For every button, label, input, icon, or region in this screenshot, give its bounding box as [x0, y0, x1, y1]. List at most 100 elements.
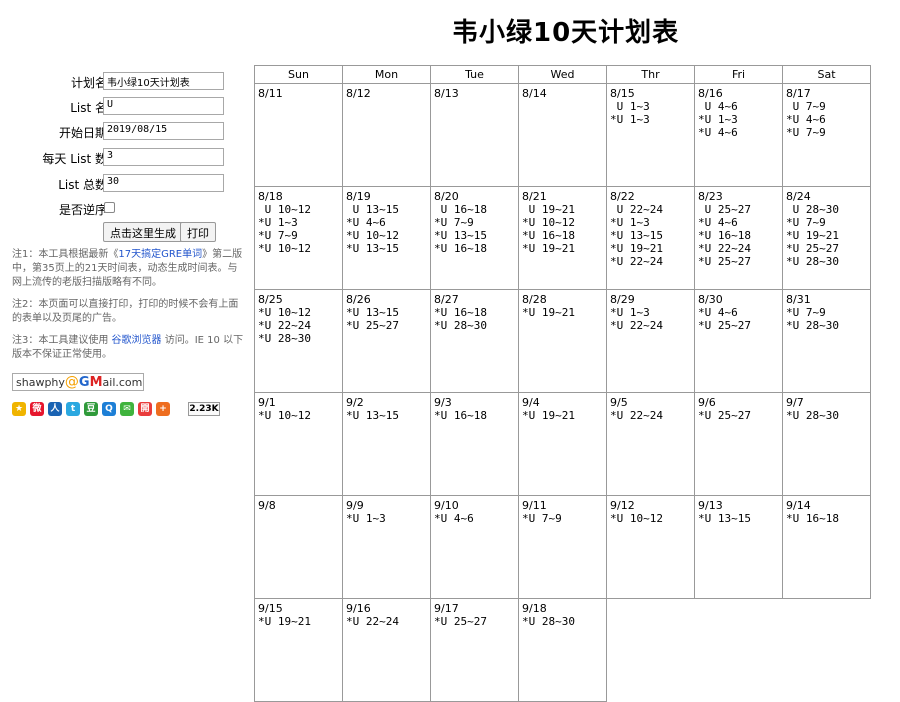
renren-icon[interactable]: 人 [48, 402, 62, 416]
day-date: 8/24 [786, 190, 811, 203]
calendar-day-cell: 9/12 *U 10~12 [606, 495, 695, 599]
study-entry: *U 10~12 [522, 216, 575, 229]
study-entry: U 28~30 [786, 203, 839, 216]
study-entry: U 1~3 [610, 100, 650, 113]
calendar-day-cell: 9/3 *U 16~18 [430, 392, 519, 496]
start-date-label: 开始日期 [58, 126, 107, 140]
day-date: 8/23 [698, 190, 723, 203]
calendar-day-cell: 8/28 *U 19~21 [518, 289, 607, 393]
study-entry: *U 10~12 [258, 242, 311, 255]
weekday-wed: Wed [518, 65, 607, 84]
calendar-week-row: 8/18 U 10~12 *U 1~3 *U 7~9 *U 10~12 8/19 U 1… [254, 186, 871, 290]
day-date: 9/6 [698, 396, 716, 409]
reverse-label: 是否逆序 [58, 203, 107, 217]
calendar-day-cell: 9/4 *U 19~21 [518, 392, 607, 496]
weekday-tue: Tue [430, 65, 519, 84]
day-date: 9/18 [522, 602, 547, 615]
calendar-day-cell: 8/12 [342, 83, 431, 187]
calendar-table: Sun Mon Tue Wed Thr Fri Sat 8/11 8/12 8/13… [254, 65, 871, 702]
chrome-link[interactable]: 谷歌浏览器 [112, 335, 162, 346]
calendar-day-cell: 8/18 U 10~12 *U 1~3 *U 7~9 *U 10~12 [254, 186, 343, 290]
day-date: 9/7 [786, 396, 804, 409]
list-name-input[interactable]: U [103, 97, 224, 115]
study-entry: *U 22~24 [610, 255, 663, 268]
day-date: 9/11 [522, 499, 547, 512]
day-date: 8/16 [698, 87, 723, 100]
study-entry: *U 10~12 [258, 306, 311, 319]
study-entry: *U 10~12 [258, 409, 311, 422]
day-date: 9/3 [434, 396, 452, 409]
calendar-empty-cell [607, 599, 695, 702]
study-entry: *U 22~24 [258, 319, 311, 332]
more-icon[interactable]: + [156, 402, 170, 416]
start-date-input[interactable]: 2019/08/15 [103, 122, 224, 140]
calendar-week-row: 9/1 *U 10~12 9/2 *U 13~15 9/3 *U 16~18 9/4 *U 1… [254, 392, 871, 496]
study-entry: *U 13~15 [610, 229, 663, 242]
study-entry: U 4~6 [698, 100, 738, 113]
study-entry: U 22~24 [610, 203, 663, 216]
day-date: 9/17 [434, 602, 459, 615]
calendar-day-cell: 8/27 *U 16~18 *U 28~30 [430, 289, 519, 393]
total-input[interactable]: 30 [103, 174, 224, 192]
study-entry: *U 25~27 [434, 615, 487, 628]
page-title: 韦小绿10天计划表 [452, 18, 680, 48]
study-entry: *U 25~27 [346, 319, 399, 332]
study-entry: *U 1~3 [610, 216, 650, 229]
calendar-day-cell: 8/21 U 19~21 *U 10~12 *U 16~18 *U 19~21 [518, 186, 607, 290]
study-entry: *U 1~3 [698, 113, 738, 126]
day-date: 8/27 [434, 293, 459, 306]
study-entry: *U 1~3 [258, 216, 298, 229]
note-3: 注3：本工具建议使用 谷歌浏览器 访问。IE 10 以下版本不保证正常使用。 [12, 334, 244, 362]
study-entry: *U 25~27 [698, 409, 751, 422]
calendar-day-cell: 9/9 *U 1~3 [342, 495, 431, 599]
day-date: 9/1 [258, 396, 276, 409]
plan-name-input[interactable]: 韦小绿10天计划表 [103, 72, 224, 90]
note-1: 注1：本工具根据最新《17天搞定GRE单词》第二版中，第35页上的21天时间表，… [12, 248, 244, 290]
study-entry: *U 16~18 [434, 306, 487, 319]
calendar-day-cell: 8/20 U 16~18 *U 7~9 *U 13~15 *U 16~18 [430, 186, 519, 290]
study-entry: *U 7~9 [434, 216, 474, 229]
day-date: 8/25 [258, 293, 283, 306]
day-date: 8/29 [610, 293, 635, 306]
calendar-day-cell: 8/16 U 4~6 *U 1~3 *U 4~6 [694, 83, 783, 187]
calendar-day-cell: 9/11 *U 7~9 [518, 495, 607, 599]
douban-icon[interactable]: 豆 [84, 402, 98, 416]
email-rest: ail.com [102, 376, 143, 389]
qq-icon[interactable]: Q [102, 402, 116, 416]
email-badge[interactable]: shawphy@GMail.com [12, 373, 144, 391]
study-entry: *U 25~27 [698, 255, 751, 268]
calendar-week-row: 9/8 9/9 *U 1~3 9/10 *U 4~6 9/11 *U 7~9 9/12 *U 1… [254, 495, 871, 599]
generate-button[interactable]: 点击这里生成 [103, 222, 183, 242]
day-date: 8/15 [610, 87, 635, 100]
total-label: List 总数 [58, 178, 107, 192]
calendar-day-cell: 9/15 *U 19~21 [254, 598, 343, 702]
study-entry: *U 4~6 [434, 512, 474, 525]
notes: 注1：本工具根据最新《17天搞定GRE单词》第二版中，第35页上的21天时间表，… [12, 248, 244, 370]
email-m: M [89, 375, 103, 390]
day-date: 9/12 [610, 499, 635, 512]
day-date: 9/16 [346, 602, 371, 615]
calendar-empty-cell [783, 599, 871, 702]
tencent-weibo-icon[interactable]: t [66, 402, 80, 416]
share-count: 2.23K [188, 402, 220, 416]
study-entry: *U 4~6 [786, 113, 826, 126]
calendar-day-cell: 8/22 U 22~24 *U 1~3 *U 13~15 *U 19~21 *U 22~… [606, 186, 695, 290]
wechat-icon[interactable]: ✉ [120, 402, 134, 416]
note-2: 注2：本页面可以直接打印，打印的时候不会有上面的表单以及页尾的广告。 [12, 299, 239, 324]
per-day-input[interactable]: 3 [103, 148, 224, 166]
day-date: 9/4 [522, 396, 540, 409]
study-entry: *U 28~30 [258, 332, 311, 345]
weibo-icon[interactable]: 微 [30, 402, 44, 416]
book-link[interactable]: 17天搞定GRE单词 [118, 249, 202, 260]
qzone-icon[interactable]: ★ [12, 402, 26, 416]
email-at: @ [64, 374, 79, 390]
note-1-pre: 注1：本工具根据最新《 [12, 249, 119, 260]
kaixin-icon[interactable]: 開 [138, 402, 152, 416]
calendar-week-row: 9/15 *U 19~21 9/16 *U 22~24 9/17 *U 25~27 9/18… [254, 598, 871, 702]
print-button[interactable]: 打印 [180, 222, 216, 242]
per-day-label: 每天 List 数 [42, 152, 107, 166]
reverse-checkbox[interactable] [104, 202, 115, 213]
study-entry: *U 22~24 [346, 615, 399, 628]
calendar-day-cell: 8/26 *U 13~15 *U 25~27 [342, 289, 431, 393]
calendar-day-cell: 9/16 *U 22~24 [342, 598, 431, 702]
